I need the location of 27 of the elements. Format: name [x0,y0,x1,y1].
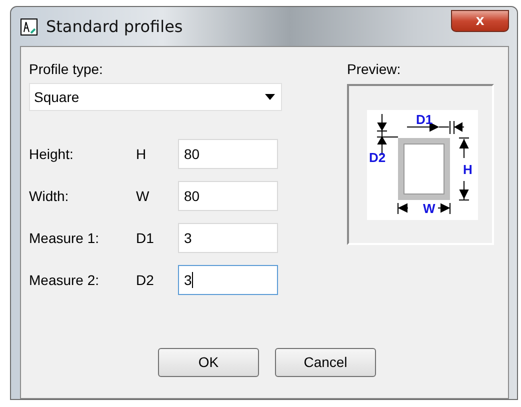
cancel-button[interactable]: Cancel [275,348,376,377]
dimension-label: W [423,201,436,216]
symbol-label: H [136,146,148,162]
app-icon [20,18,38,36]
dimension-label: D2 [369,150,386,165]
ok-button[interactable]: OK [158,348,259,377]
input-field[interactable]: 80 [178,139,278,169]
input-field[interactable]: 80 [178,181,278,211]
profile-type-dropdown[interactable]: Square [29,83,282,111]
profile-shape [398,138,450,200]
preview-label: Preview: [347,61,402,77]
profile-type-label: Profile type: [29,61,104,77]
symbol-label: D1 [136,230,155,246]
symbol-label: D2 [136,272,155,288]
field-label: Measure 1: [29,230,100,246]
dimension-label: H [463,162,472,177]
dimension-label: D1 [416,112,433,127]
window-title: Standard profiles [46,16,183,38]
field-label: Measure 2: [29,272,100,288]
input-field[interactable]: 3 [178,265,278,295]
symbol-label: W [136,188,150,204]
input-field[interactable]: 3 [178,223,278,253]
close-button[interactable]: x [451,10,509,32]
field-label: Height: [29,146,74,162]
text-caret [192,272,193,288]
caret-icon [265,94,275,100]
field-label: Width: [29,188,70,204]
